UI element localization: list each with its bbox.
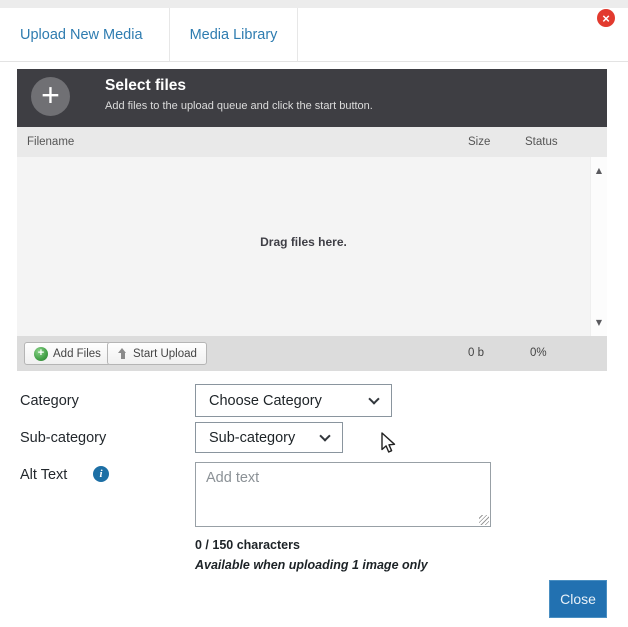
tab-library-label: Media Library	[190, 27, 278, 43]
close-icon[interactable]: ×	[597, 9, 615, 27]
uploader-toolbar: + Add Files Start Upload 0 b 0%	[17, 336, 607, 371]
uploader-title: Select files	[105, 77, 186, 95]
add-icon: +	[34, 347, 48, 361]
character-count: 0 / 150 characters	[195, 538, 300, 552]
total-size: 0 b	[468, 336, 484, 371]
column-size: Size	[468, 127, 490, 157]
alt-text-field[interactable]	[195, 462, 491, 527]
category-select-value: Choose Category	[209, 393, 322, 409]
subcategory-select-value: Sub-category	[209, 430, 295, 446]
subcategory-label: Sub-category	[20, 430, 106, 446]
file-list-header: Filename Size Status	[17, 127, 607, 157]
tab-media-library[interactable]: Media Library	[170, 8, 298, 61]
media-upload-dialog: Upload New Media Media Library × + Selec…	[0, 0, 628, 627]
scrollbar[interactable]: ▲ ▼	[590, 157, 607, 336]
category-label: Category	[20, 393, 79, 409]
add-files-button[interactable]: + Add Files	[24, 342, 111, 365]
tab-upload-label: Upload New Media	[20, 27, 143, 43]
upload-arrow-icon	[117, 348, 128, 359]
info-icon[interactable]: i	[93, 466, 109, 482]
scroll-down-icon[interactable]: ▼	[591, 318, 607, 327]
alt-text-label: Alt Text	[20, 467, 67, 483]
start-upload-button[interactable]: Start Upload	[107, 342, 207, 365]
close-button[interactable]: Close	[549, 580, 607, 618]
tab-upload-new-media[interactable]: Upload New Media	[0, 8, 170, 61]
drop-zone-text: Drag files here.	[17, 235, 590, 249]
resize-handle[interactable]	[479, 515, 489, 525]
alt-text-note: Available when uploading 1 image only	[195, 558, 428, 572]
progress-percent: 0%	[530, 336, 547, 371]
plus-icon: +	[31, 77, 70, 116]
dialog-top-edge	[0, 0, 628, 8]
chevron-down-icon	[368, 393, 379, 404]
alt-text-field-wrap	[195, 462, 491, 527]
uploader-subtitle: Add files to the upload queue and click …	[105, 100, 373, 112]
cursor-icon	[378, 431, 398, 455]
scroll-up-icon[interactable]: ▲	[591, 166, 607, 175]
column-status: Status	[525, 127, 558, 157]
tab-bar: Upload New Media Media Library	[0, 8, 628, 62]
chevron-down-icon	[319, 430, 330, 441]
start-upload-label: Start Upload	[133, 348, 197, 360]
upload-widget: + Select files Add files to the upload q…	[17, 69, 607, 371]
add-files-label: Add Files	[53, 348, 101, 360]
category-select[interactable]: Choose Category	[195, 384, 392, 417]
uploader-header: + Select files Add files to the upload q…	[17, 69, 607, 127]
column-filename: Filename	[27, 127, 74, 157]
drop-zone[interactable]: Drag files here. ▲ ▼	[17, 157, 607, 336]
subcategory-select[interactable]: Sub-category	[195, 422, 343, 453]
